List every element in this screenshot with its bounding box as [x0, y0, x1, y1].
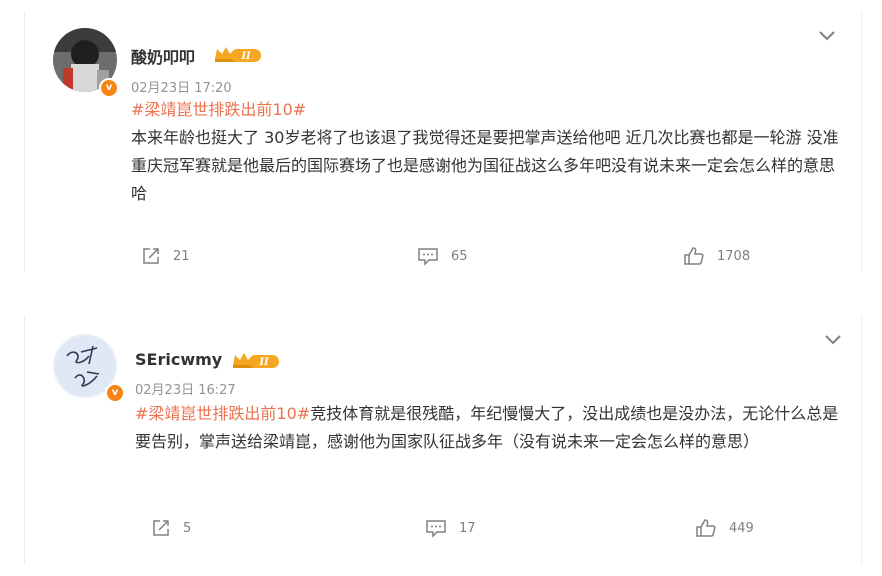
repost-count: 5 — [183, 520, 192, 536]
feed-divider — [0, 283, 882, 313]
post-text: 本来年龄也挺大了 30岁老将了也该退了我觉得还是要把掌声送给他吧 近几次比赛也都… — [131, 128, 839, 203]
repost-icon — [153, 520, 169, 536]
post-card-2: v SEricwmy II 02月23日 16:27 #梁靖崑世排跌出前10#竞… — [24, 316, 862, 564]
hashtag-link[interactable]: #梁靖崑世排跌出前10# — [135, 404, 310, 423]
hashtag-link[interactable]: #梁靖崑世排跌出前10# — [131, 96, 843, 124]
vip-crown-icon[interactable]: II — [231, 351, 281, 369]
vip-crown-icon[interactable]: II — [213, 45, 263, 63]
comment-icon — [426, 520, 446, 538]
comment-count: 17 — [459, 520, 476, 536]
post-content: #梁靖崑世排跌出前10# 本来年龄也挺大了 30岁老将了也该退了我觉得还是要把掌… — [131, 96, 843, 208]
verified-badge: v — [105, 383, 125, 403]
post-content: #梁靖崑世排跌出前10#竞技体育就是很残酷，年纪慢慢大了，没出成绩也是没办法，无… — [135, 400, 847, 456]
repost-button[interactable]: 21 — [141, 246, 190, 266]
like-count: 449 — [729, 520, 754, 536]
like-button[interactable]: 1708 — [683, 246, 750, 266]
svg-text:II: II — [240, 51, 251, 62]
comment-icon — [418, 248, 438, 266]
comment-button[interactable]: 17 — [425, 518, 476, 538]
repost-count: 21 — [173, 248, 190, 264]
comment-button[interactable]: 65 — [417, 246, 468, 266]
timestamp[interactable]: 02月23日 16:27 — [135, 379, 236, 398]
repost-button[interactable]: 5 — [151, 518, 191, 538]
like-icon — [696, 519, 716, 537]
timestamp[interactable]: 02月23日 17:20 — [131, 77, 232, 96]
chevron-down-icon[interactable] — [817, 28, 837, 42]
verified-badge: v — [99, 78, 119, 98]
like-count: 1708 — [717, 248, 751, 264]
username[interactable]: 酸奶叩叩 — [131, 44, 195, 68]
repost-icon — [143, 248, 159, 264]
comment-count: 65 — [451, 248, 468, 264]
like-button[interactable]: 449 — [695, 518, 754, 538]
chevron-down-icon[interactable] — [823, 332, 843, 346]
username[interactable]: SEricwmy — [135, 350, 222, 369]
post-card-1: v 酸奶叩叩 II 02月23日 17:20 #梁靖崑世排跌出前10# 本来年龄… — [24, 12, 862, 272]
svg-text:II: II — [258, 357, 269, 368]
like-icon — [684, 247, 704, 265]
